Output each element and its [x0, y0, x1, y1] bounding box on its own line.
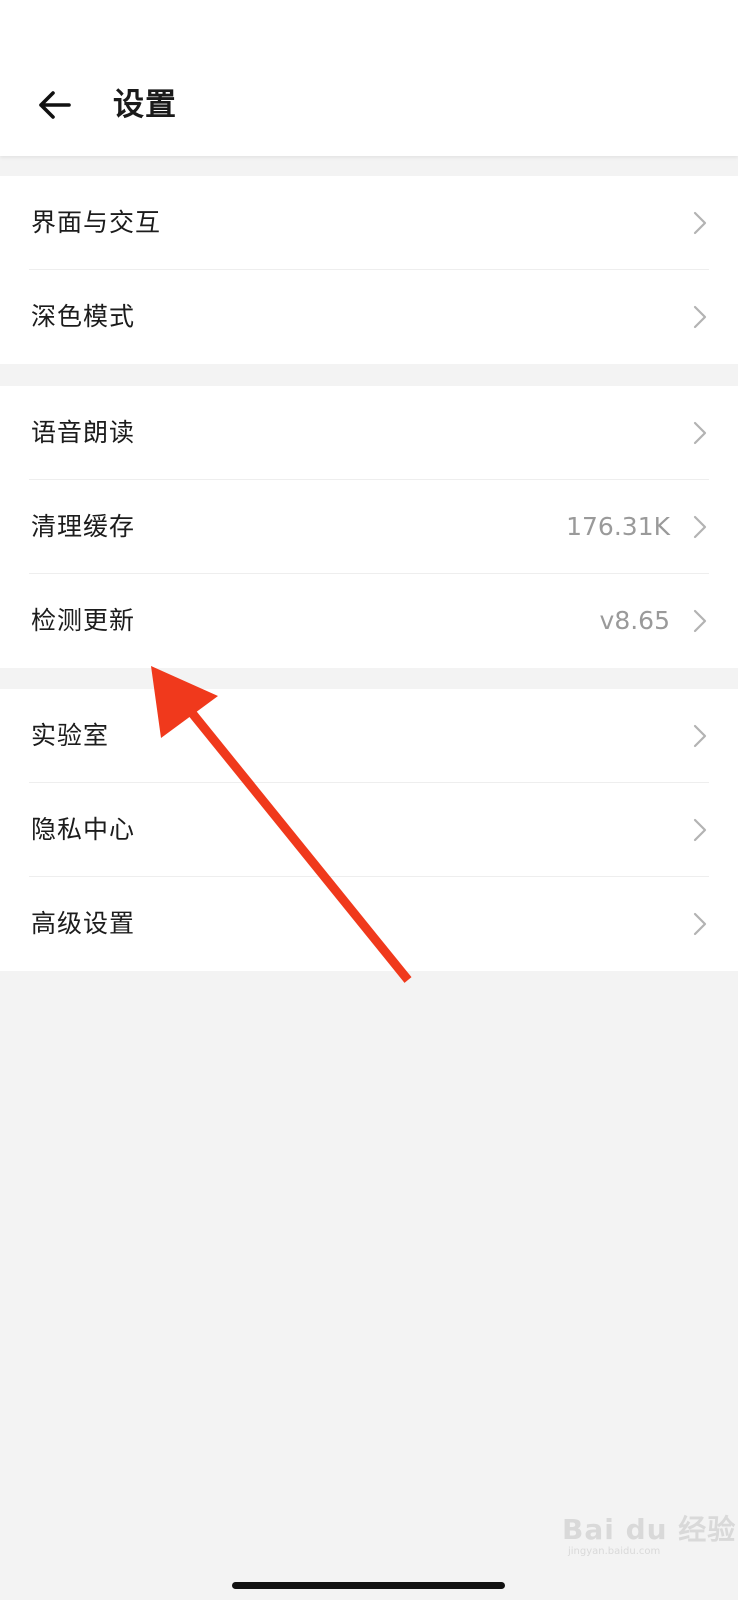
settings-item-dark-mode[interactable]: 深色模式 — [0, 270, 738, 364]
settings-item-privacy-center[interactable]: 隐私中心 — [0, 783, 738, 877]
settings-item-label: 检测更新 — [31, 606, 136, 635]
settings-item-label: 隐私中心 — [31, 815, 136, 844]
chevron-right-icon — [693, 515, 707, 539]
back-button[interactable] — [26, 82, 82, 128]
settings-item-check-update[interactable]: 检测更新 v8.65 — [0, 574, 738, 668]
settings-item-clear-cache[interactable]: 清理缓存 176.31K — [0, 480, 738, 574]
watermark: Bai du 经验 — [562, 1513, 737, 1546]
settings-item-advanced-settings[interactable]: 高级设置 — [0, 877, 738, 971]
chevron-right-icon — [693, 609, 707, 633]
settings-item-interface[interactable]: 界面与交互 — [0, 176, 738, 270]
chevron-right-icon — [693, 818, 707, 842]
settings-item-label: 语音朗读 — [31, 418, 136, 447]
settings-group-general: 语音朗读 清理缓存 176.31K 检测更新 v8.65 — [0, 386, 738, 668]
watermark-url: jingyan.baidu.com — [568, 1546, 661, 1557]
settings-item-label: 深色模式 — [31, 302, 136, 331]
app-header: 设置 — [0, 0, 738, 156]
cache-size-value: 176.31K — [566, 512, 670, 541]
page-title: 设置 — [113, 87, 177, 123]
chevron-right-icon — [693, 305, 707, 329]
version-value: v8.65 — [599, 606, 670, 635]
arrow-left-icon — [39, 91, 71, 119]
settings-item-label: 实验室 — [31, 721, 110, 750]
chevron-right-icon — [693, 912, 707, 936]
settings-item-voice-reading[interactable]: 语音朗读 — [0, 386, 738, 480]
settings-item-label: 界面与交互 — [31, 208, 162, 237]
settings-item-label: 清理缓存 — [31, 512, 136, 541]
settings-item-label: 高级设置 — [31, 909, 136, 938]
settings-group-display: 界面与交互 深色模式 — [0, 176, 738, 364]
chevron-right-icon — [693, 724, 707, 748]
chevron-right-icon — [693, 421, 707, 445]
chevron-right-icon — [693, 211, 707, 235]
settings-group-advanced: 实验室 隐私中心 高级设置 — [0, 689, 738, 971]
settings-item-lab[interactable]: 实验室 — [0, 689, 738, 783]
home-indicator[interactable] — [232, 1582, 505, 1589]
